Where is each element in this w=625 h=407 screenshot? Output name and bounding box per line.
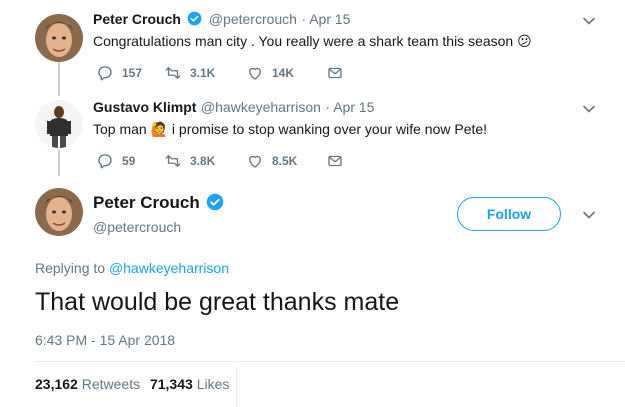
verified-icon <box>206 193 224 211</box>
reply-count: 59 <box>122 154 136 168</box>
avatar[interactable] <box>35 188 83 236</box>
like-button[interactable]: 14K <box>246 64 326 82</box>
thread-line <box>58 62 60 96</box>
tweet-date[interactable]: · Apr 15 <box>301 11 350 27</box>
like-count: 14K <box>272 66 295 80</box>
reply-icon <box>98 66 112 81</box>
like-button[interactable]: 8.5K <box>246 152 326 170</box>
likes-label: Likes <box>196 376 230 392</box>
retweets-count: 23,162 <box>35 376 78 392</box>
direct-message-button[interactable] <box>326 64 344 82</box>
reply-button[interactable]: 59 <box>96 152 164 170</box>
like-count: 8.5K <box>272 154 298 168</box>
stats-separator <box>236 366 237 407</box>
tweet-text: Top man 🙋 i promise to stop wanking over… <box>93 121 487 138</box>
avatar[interactable] <box>35 100 83 148</box>
retweets-stat[interactable]: 23,162 Retweets <box>35 376 144 392</box>
likes-stat[interactable]: 71,343 Likes <box>150 376 229 392</box>
direct-message-button[interactable] <box>326 152 344 170</box>
retweet-button[interactable]: 3.1K <box>164 64 246 82</box>
avatar[interactable] <box>35 14 83 62</box>
envelope-icon <box>328 67 342 79</box>
thread-line <box>58 150 60 176</box>
chevron-down-icon[interactable] <box>582 208 596 222</box>
retweet-icon <box>165 67 181 79</box>
heart-icon <box>249 67 261 80</box>
tweet-actions: 157 3.1K 14K <box>96 64 344 82</box>
reply-icon <box>98 154 112 169</box>
replying-to-label: Replying to <box>35 260 106 276</box>
raising-hand-emoji-icon: 🙋 <box>150 121 169 137</box>
author-name[interactable]: Peter Crouch <box>93 11 181 27</box>
retweet-count: 3.8K <box>190 154 216 168</box>
author-name[interactable]: Gustavo Klimpt <box>93 99 196 115</box>
retweet-icon <box>165 155 181 167</box>
verified-icon <box>188 11 202 26</box>
envelope-icon <box>328 155 342 167</box>
main-tweet-text: That would be great thanks mate <box>35 288 400 316</box>
tweet-header: Peter Crouch @petercrouch · Apr 15 <box>93 11 350 29</box>
retweets-label: Retweets <box>81 376 141 392</box>
tweet-header: Gustavo Klimpt @hawkeyeharrison · Apr 15 <box>93 99 374 117</box>
author-handle[interactable]: @petercrouch <box>209 11 297 27</box>
confused-emoji-icon: 😕 <box>517 33 532 49</box>
chevron-down-icon[interactable] <box>582 14 596 28</box>
retweet-button[interactable]: 3.8K <box>164 152 246 170</box>
tweet-date[interactable]: · Apr 15 <box>325 99 374 115</box>
tweet-text: Congratulations man city . You really we… <box>93 33 532 50</box>
tweet-stats: 23,162 Retweets 71,343 Likes <box>35 376 229 392</box>
retweet-count: 3.1K <box>190 66 216 80</box>
heart-icon <box>249 155 261 168</box>
tweet-text-start: Top man <box>93 121 147 137</box>
tweet-timestamp[interactable]: 6:43 PM - 15 Apr 2018 <box>35 332 175 348</box>
reply-count: 157 <box>122 66 143 80</box>
author-name[interactable]: Peter Crouch <box>93 193 200 212</box>
reply-button[interactable]: 157 <box>96 64 164 82</box>
tweet-text-end: i promise to stop wanking over your wife… <box>171 121 488 137</box>
likes-count: 71,343 <box>149 376 193 392</box>
follow-button[interactable]: Follow <box>457 197 561 231</box>
tweet-actions: 59 3.8K 8.5K <box>96 152 344 170</box>
author-handle[interactable]: @petercrouch <box>93 219 181 235</box>
author-handle[interactable]: @hawkeyeharrison <box>201 99 321 115</box>
replying-to: Replying to @hawkeyeharrison <box>35 260 229 276</box>
mention-link[interactable]: @hawkeyeharrison <box>109 260 229 276</box>
tweet-text-body: Congratulations man city . You really we… <box>93 33 514 49</box>
chevron-down-icon[interactable] <box>582 102 596 116</box>
main-author: Peter Crouch <box>93 193 226 213</box>
divider <box>34 361 625 362</box>
